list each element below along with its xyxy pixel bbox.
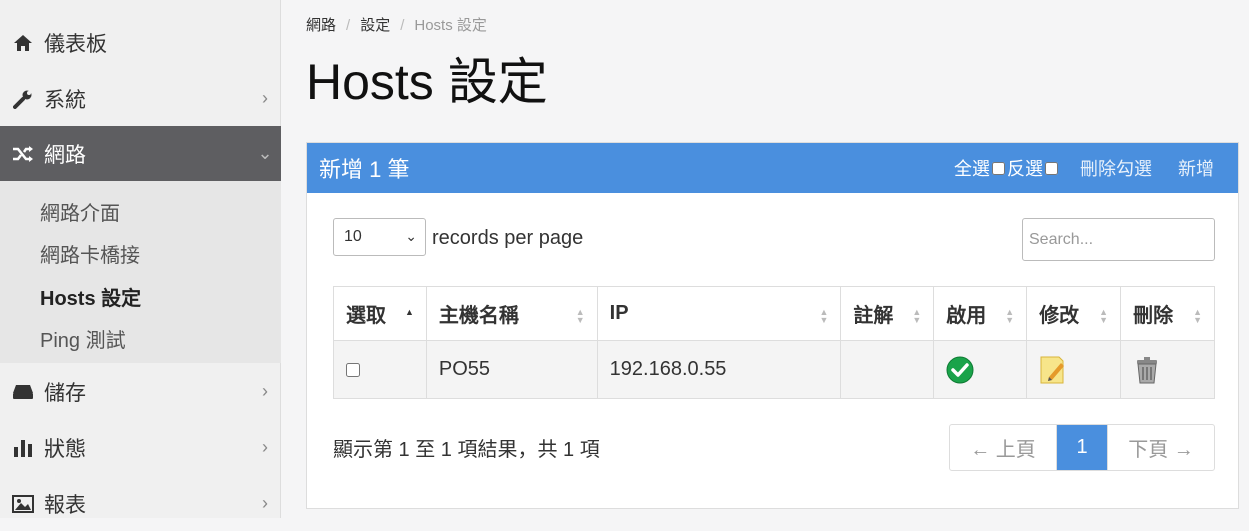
column-select-label: 選取 [346,305,386,327]
nav-storage-label: 儲存 [44,381,86,405]
nav-network-label: 網路 [44,143,86,167]
row-select-cell [333,340,427,399]
prev-page-button[interactable]: ← 上頁 [950,425,1057,470]
nav-dashboard[interactable]: 儀表板 [0,15,281,70]
bar-chart-icon [0,439,44,457]
shuffle-icon [0,145,44,163]
sub-item-hosts[interactable]: Hosts 設定 [40,282,141,311]
page-length-label: records per page [432,227,584,249]
breadcrumb: 網路 / 設定 / Hosts 設定 [306,14,487,35]
hosts-panel: 新增 1 筆 全選 反選 刪除勾選 新增 10 ⌄ records per pa… [306,142,1239,509]
chevron-down-icon: ⌄ [257,143,273,163]
chevron-down-icon: ⌄ [405,228,417,244]
edit-note-icon[interactable] [1039,355,1067,385]
drive-icon [0,384,44,400]
column-enabled-label: 啟用 [946,305,987,327]
home-icon [0,34,44,52]
sub-item-bridge[interactable]: 網路卡橋接 [40,239,140,268]
panel-title: 新增 1 筆 [319,157,410,182]
sidebar: 儀表板 系統 › 網路 ⌄ 網路介面 網路卡橋接 Hosts 設定 Ping 測… [0,0,281,518]
panel-header: 新增 1 筆 全選 反選 刪除勾選 新增 [307,143,1238,193]
pagination: ← 上頁 1 下頁 → [949,424,1215,471]
row-ip: 192.168.0.55 [596,340,842,399]
search-input[interactable]: Search... [1022,218,1215,261]
nav-report-label: 報表 [44,493,86,517]
invert-label: 反選 [1007,159,1043,179]
chevron-right-icon: › [262,493,268,513]
network-submenu: 網路介面 網路卡橋接 Hosts 設定 Ping 測試 [0,181,281,363]
wrench-icon [0,89,44,109]
sub-item-interfaces[interactable]: 網路介面 [40,197,120,226]
nav-dashboard-label: 儀表板 [44,32,107,56]
sort-icon: ▲ ▼ [1099,307,1109,325]
column-ip[interactable]: IP ▲ ▼ [596,286,842,341]
breadcrumb-network[interactable]: 網路 [306,17,336,34]
breadcrumb-settings[interactable]: 設定 [360,17,390,34]
sort-asc-icon: ▲ [404,307,414,317]
sort-icon: ▲ ▼ [912,307,922,325]
column-hostname[interactable]: 主機名稱 ▲ ▼ [425,286,598,341]
trash-icon[interactable] [1133,355,1161,385]
invert-checkbox[interactable] [1045,161,1058,175]
table-header-row: 選取 ▲ 主機名稱 ▲ ▼ IP ▲ ▼ 註解 ▲ ▼ 啟用 ▲ ▼ 修改 ▲ ▼ 刪除 ▲ ▼ [333,286,1215,341]
hosts-table: 選取 ▲ 主機名稱 ▲ ▼ IP ▲ ▼ 註解 ▲ ▼ 啟用 ▲ ▼ 修改 ▲ ▼ 刪除 ▲ ▼ PO55… [333,286,1215,399]
column-ip-label: IP [609,302,629,324]
nav-system-label: 系統 [44,88,86,112]
sub-item-ping[interactable]: Ping 測試 [40,324,126,353]
chevron-right-icon: › [262,88,268,108]
column-delete-label: 刪除 [1133,305,1174,327]
delete-checked-link[interactable]: 刪除勾選 [1080,155,1152,181]
select-all-label: 全選 [954,159,990,179]
nav-storage[interactable]: 儲存 › [0,364,281,419]
table-row: PO55 192.168.0.55 [333,340,1215,399]
column-hostname-label: 主機名稱 [438,305,519,327]
column-note[interactable]: 註解 ▲ ▼ [840,286,935,341]
row-select-checkbox[interactable] [346,362,360,377]
nav-system[interactable]: 系統 › [0,71,281,126]
row-hostname: PO55 [425,340,598,399]
add-link[interactable]: 新增 [1178,155,1214,181]
page-length-value: 10 [344,228,362,245]
sort-icon: ▲ ▼ [819,307,829,325]
column-edit[interactable]: 修改 ▲ ▼ [1026,286,1122,341]
column-enabled[interactable]: 啟用 ▲ ▼ [933,286,1028,341]
panel-tools: 全選 反選 刪除勾選 新增 [954,155,1226,181]
column-edit-label: 修改 [1039,305,1080,327]
row-delete-cell [1120,340,1215,399]
breadcrumb-separator: / [346,17,351,34]
breadcrumb-separator: / [400,17,405,34]
row-enabled-cell [933,340,1028,399]
row-edit-cell [1026,340,1122,399]
table-info: 顯示第 1 至 1 項結果，共 1 項 [333,439,600,461]
nav-report[interactable]: 報表 › [0,476,281,531]
nav-status[interactable]: 狀態 › [0,420,281,475]
next-page-button[interactable]: 下頁 → [1107,425,1214,470]
select-all-checkbox[interactable] [992,161,1005,175]
column-note-label: 註解 [853,305,894,327]
breadcrumb-current: Hosts 設定 [414,17,487,34]
nav-status-label: 狀態 [44,437,86,461]
sort-icon: ▲ ▼ [1193,307,1202,325]
sort-icon: ▲ ▼ [575,307,585,325]
page-1-button[interactable]: 1 [1057,425,1107,470]
enabled-check-icon[interactable] [946,356,974,384]
column-select[interactable]: 選取 ▲ [333,286,427,341]
nav-network[interactable]: 網路 ⌄ [0,126,281,181]
chevron-right-icon: › [262,381,268,401]
page-length-select[interactable]: 10 ⌄ [333,218,426,256]
sort-icon: ▲ ▼ [1005,307,1015,325]
column-delete[interactable]: 刪除 ▲ ▼ [1120,286,1215,341]
row-note [840,340,935,399]
page-title: Hosts 設定 [306,54,548,110]
image-icon [0,494,44,513]
chevron-right-icon: › [262,437,268,457]
